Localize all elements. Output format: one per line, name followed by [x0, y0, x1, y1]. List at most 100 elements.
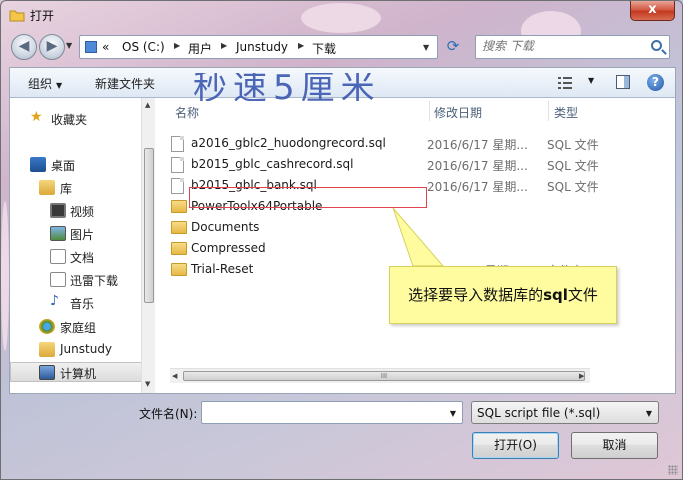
scroll-down-icon[interactable]: ▼ — [145, 380, 150, 388]
address-dropdown-icon[interactable]: ▼ — [423, 43, 429, 52]
main-panel: 组织 ▼ 新建文件夹 秒速5厘米 ▼ ? ★ 收藏夹 桌面 库 视频 图片 文档… — [9, 67, 676, 394]
close-button[interactable]: x — [630, 1, 675, 21]
scroll-up-icon[interactable]: ▲ — [145, 101, 150, 109]
search-icon[interactable] — [651, 40, 662, 51]
sidebar-scrollbar[interactable]: ▲ ▼ — [141, 98, 155, 393]
open-button[interactable]: 打开(O) — [472, 432, 559, 459]
recent-locations-dropdown[interactable]: ▼ — [66, 41, 72, 50]
scrollbar-thumb[interactable]: III — [183, 371, 585, 381]
folder-name: Documents — [191, 220, 260, 234]
preview-pane-icon[interactable] — [616, 75, 630, 89]
highlight-box — [189, 187, 427, 208]
breadcrumb-downloads[interactable]: 下载 — [312, 40, 336, 57]
callout-bold-text: sql — [543, 286, 568, 304]
annotation-callout: 选择要导入数据库的sql文件 — [389, 266, 617, 324]
star-icon: ★ — [30, 109, 43, 125]
column-divider[interactable] — [548, 101, 549, 121]
sql-file-icon — [171, 157, 184, 173]
resize-grip[interactable] — [668, 465, 678, 475]
sidebar-item-thunder-download[interactable]: 迅雷下载 — [10, 270, 142, 290]
sidebar-item-label: 视频 — [70, 205, 95, 219]
chevron-right-icon[interactable]: ▶ — [298, 41, 304, 50]
search-box[interactable] — [475, 35, 670, 59]
picture-icon — [50, 226, 66, 241]
breadcrumb-os-c[interactable]: OS (C:) — [122, 40, 165, 54]
filter-value: SQL script file (*.sql) — [477, 406, 601, 420]
search-input[interactable] — [482, 39, 632, 53]
scroll-right-icon[interactable]: ▶ — [579, 372, 584, 380]
sidebar-item-library[interactable]: 库 — [10, 178, 142, 198]
sidebar-item-video[interactable]: 视频 — [10, 201, 142, 221]
filename-input[interactable] — [206, 403, 442, 423]
scroll-left-icon[interactable]: ◀ — [172, 372, 177, 380]
file-type: SQL 文件 — [547, 159, 599, 173]
sidebar-item-label: 桌面 — [51, 159, 76, 173]
file-name: a2016_gblc2_huodongrecord.sql — [191, 136, 386, 150]
sql-file-icon — [171, 136, 184, 152]
file-row[interactable]: b2015_gblc_cashrecord.sql 2016/6/17 星期..… — [171, 154, 621, 175]
document-icon — [50, 249, 66, 264]
file-row[interactable]: a2016_gblc2_huodongrecord.sql 2016/6/17 … — [171, 133, 621, 154]
folder-icon — [171, 221, 187, 234]
filename-label: 文件名(N): — [139, 407, 198, 421]
file-date: 2016/6/17 星期... — [427, 138, 528, 152]
file-date: 2016/6/17 星期... — [427, 180, 528, 194]
sidebar-item-computer[interactable]: 计算机 — [10, 362, 142, 382]
folder-open-icon — [9, 10, 25, 22]
forward-arrow-icon: ▶ — [46, 38, 58, 54]
sidebar-item-desktop[interactable]: 桌面 — [10, 155, 142, 175]
sidebar-item-homegroup[interactable]: 家庭组 — [10, 317, 142, 337]
column-divider[interactable] — [429, 101, 430, 121]
file-date: 2016/6/17 星期... — [427, 159, 528, 173]
file-list: 名称 修改日期 类型 a2016_gblc2_huodongrecord.sql… — [155, 98, 675, 393]
location-icon — [85, 41, 97, 53]
view-options-icon[interactable] — [558, 76, 572, 90]
horizontal-scrollbar[interactable]: ◀ III ▶ — [170, 368, 590, 383]
help-icon[interactable]: ? — [647, 74, 664, 91]
user-folder-icon — [39, 342, 55, 357]
column-header-name[interactable]: 名称 — [175, 104, 199, 121]
window-title: 打开 — [30, 9, 55, 23]
file-type-filter[interactable]: SQL script file (*.sql) ▼ — [471, 401, 659, 424]
column-header-type[interactable]: 类型 — [554, 104, 578, 121]
back-arrow-icon: ◀ — [18, 38, 30, 54]
folder-icon — [171, 242, 187, 255]
breadcrumb-users[interactable]: 用户 — [188, 40, 212, 57]
address-bar[interactable]: « OS (C:) ▶ 用户 ▶ Junstudy ▶ 下载 ▼ — [79, 35, 438, 59]
sidebar-item-junstudy[interactable]: Junstudy — [10, 340, 142, 360]
new-folder-button[interactable]: 新建文件夹 — [95, 75, 155, 92]
folder-icon — [171, 200, 187, 213]
sidebar-item-label: 库 — [60, 182, 73, 196]
breadcrumb-junstudy[interactable]: Junstudy — [236, 40, 288, 54]
scrollbar-thumb[interactable] — [144, 148, 154, 303]
chevron-right-icon[interactable]: ▶ — [221, 41, 227, 50]
column-header-modified[interactable]: 修改日期 — [434, 104, 482, 121]
organize-button[interactable]: 组织 ▼ — [28, 75, 62, 92]
chevron-down-icon[interactable]: ▼ — [450, 409, 456, 418]
sidebar-item-music[interactable]: ♪ 音乐 — [10, 293, 142, 313]
background-petal — [301, 3, 381, 33]
callout-pointer — [392, 207, 445, 267]
cancel-button[interactable]: 取消 — [571, 432, 658, 459]
address-overflow[interactable]: « — [102, 40, 109, 54]
sidebar-item-label: 家庭组 — [60, 321, 97, 335]
chevron-down-icon: ▼ — [56, 81, 63, 90]
chevron-right-icon[interactable]: ▶ — [174, 41, 180, 50]
folder-icon — [171, 263, 187, 276]
video-icon — [50, 203, 66, 218]
sidebar-item-pictures[interactable]: 图片 — [10, 224, 142, 244]
watermark-text: 秒速5厘米 — [193, 73, 381, 101]
refresh-button[interactable]: ⟳ — [441, 35, 465, 59]
sidebar-item-label: 文档 — [70, 251, 95, 265]
sql-file-icon — [171, 178, 184, 194]
view-dropdown-icon[interactable]: ▼ — [588, 76, 594, 85]
forward-button[interactable]: ▶ — [39, 34, 65, 60]
background-petal — [1, 201, 9, 351]
sidebar-item-favorites[interactable]: ★ 收藏夹 — [10, 109, 142, 129]
filename-field[interactable]: ▼ — [201, 401, 463, 424]
homegroup-icon — [39, 319, 55, 334]
sidebar-item-documents[interactable]: 文档 — [10, 247, 142, 267]
back-button[interactable]: ◀ — [11, 34, 37, 60]
library-icon — [39, 180, 55, 195]
callout-text: 选择要导入数据库的 — [408, 286, 544, 304]
